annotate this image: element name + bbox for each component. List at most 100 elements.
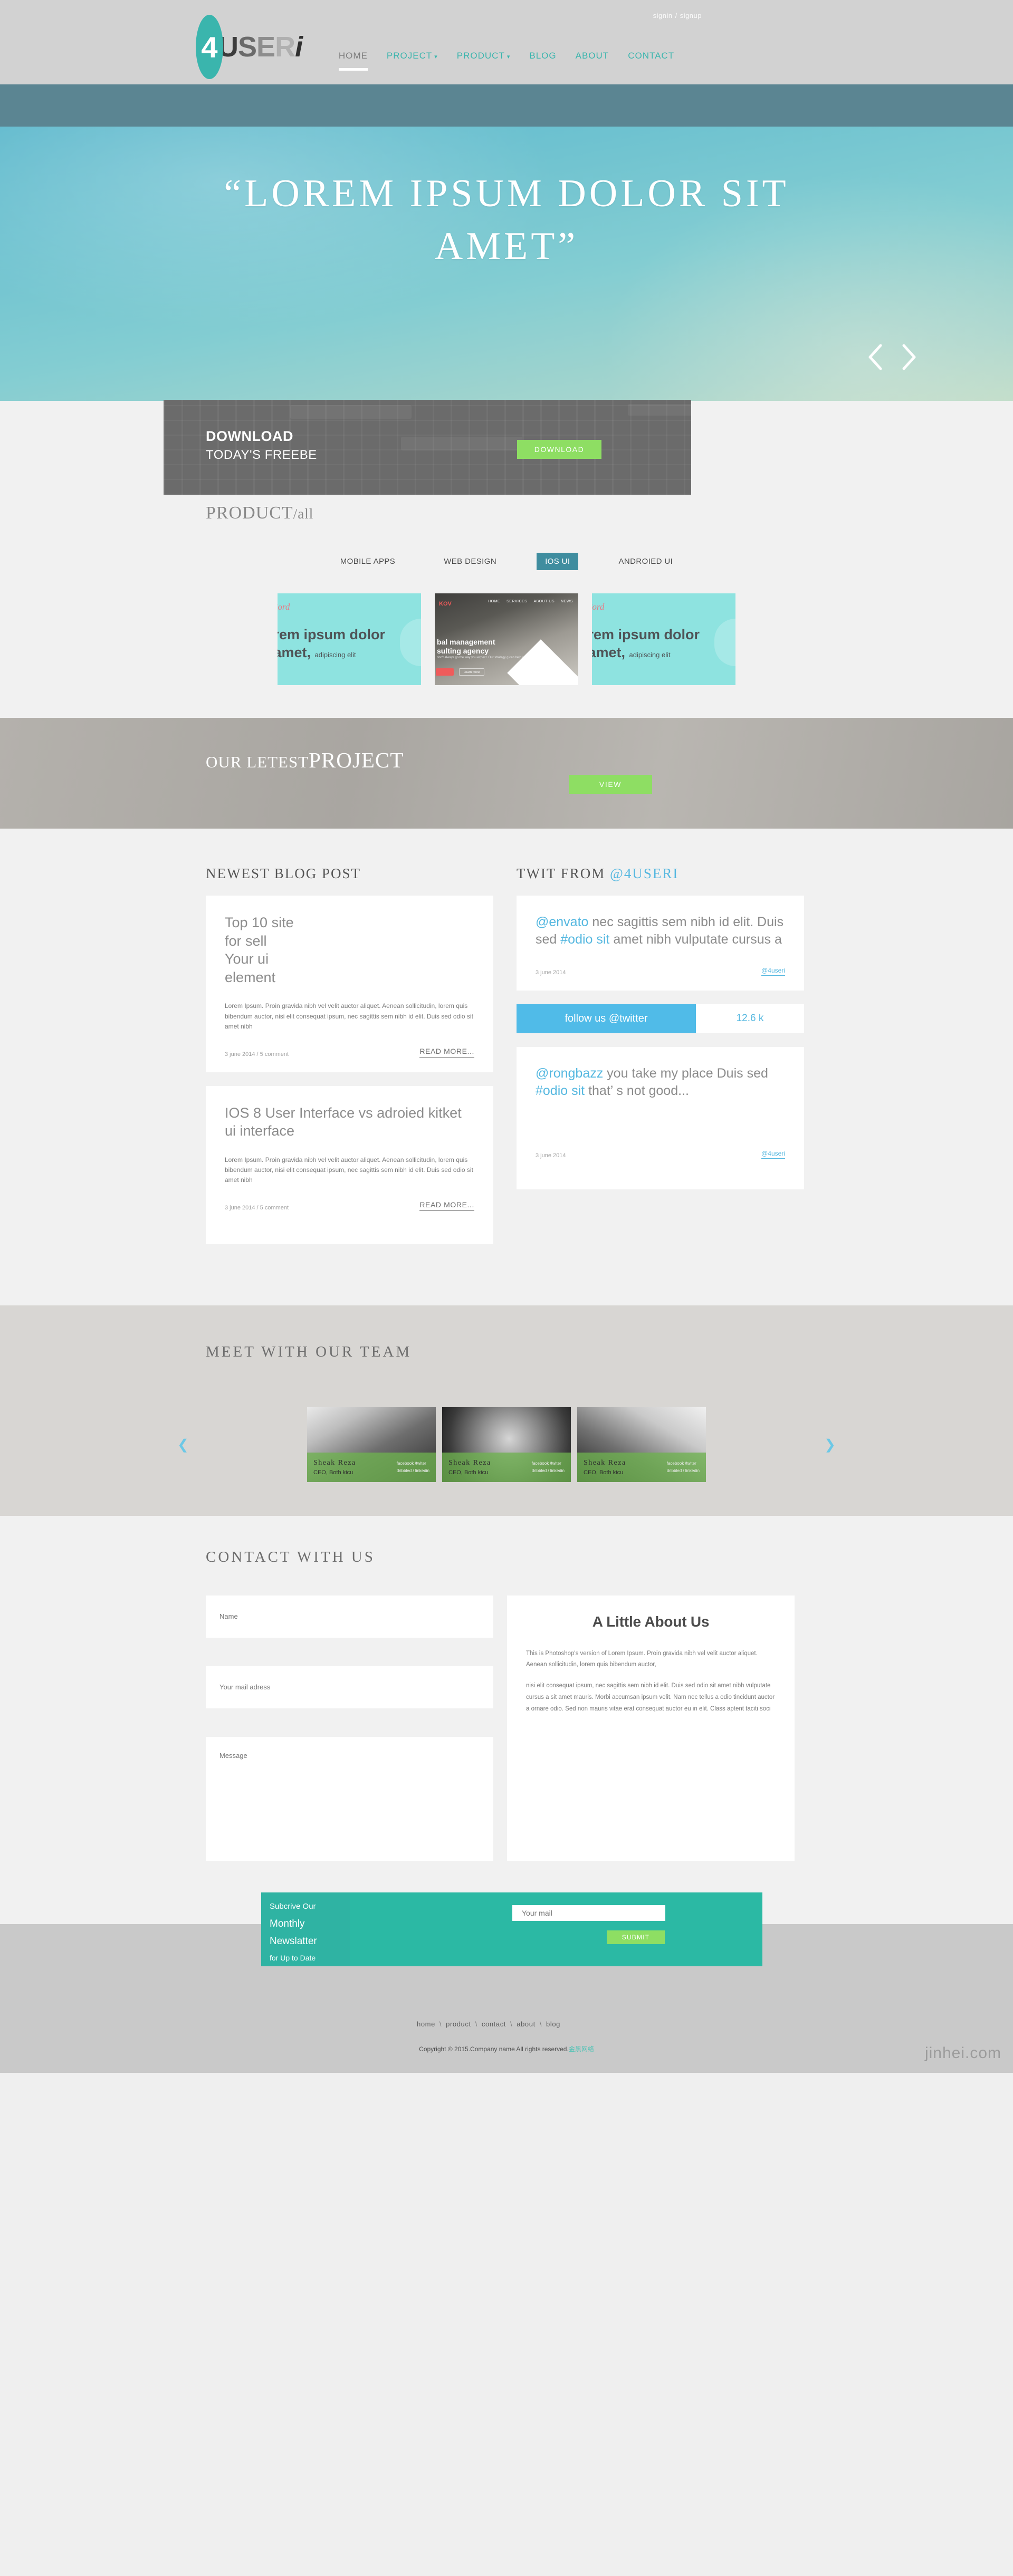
footer-separator: \	[539, 2020, 542, 2028]
blog-heading: NEWEST BLOG POST	[206, 866, 361, 881]
about-us-title: A Little About Us	[592, 1613, 710, 1630]
newsletter-line-1: Subcrive Our	[270, 1901, 316, 1911]
team-member-social-1[interactable]: facebook /twiter	[532, 1460, 565, 1467]
product-card-headline: orem ipsum dolor t amet, adipiscing elit	[592, 626, 700, 662]
signup-link[interactable]: signup	[680, 12, 702, 20]
chevron-right-icon[interactable]	[900, 343, 918, 371]
blog-post-meta: 3 june 2014 / 5 comment	[225, 1204, 289, 1211]
download-title: DOWNLOAD	[206, 428, 293, 444]
tweet-mention-link[interactable]: @envato	[536, 915, 588, 929]
team-member-card[interactable]: Sheak Reza CEO, Both kicu facebook /twit…	[307, 1407, 436, 1482]
team-member-social-2[interactable]: dribbled / linkedin	[397, 1467, 429, 1475]
email-input[interactable]	[206, 1666, 493, 1708]
newsletter-box: Subcrive Our Monthly Newslatter for Up t…	[261, 1892, 762, 1966]
nav-label-product: PRODUCT	[456, 51, 505, 61]
download-text-block: DOWNLOAD TODAY'S FREEBE	[206, 428, 317, 463]
latest-project-title: OUR LETESTPROJECT	[206, 747, 404, 773]
team-member-name: Sheak Reza	[584, 1458, 626, 1467]
hero-line-2: AMET”	[434, 224, 579, 268]
footer-link-product[interactable]: product	[446, 2020, 471, 2028]
tweet-handle-link[interactable]: @4useri	[761, 967, 785, 976]
nav-item-contact[interactable]: CONTACT	[628, 51, 674, 63]
footer-link-blog[interactable]: blog	[546, 2020, 560, 2028]
tab-androied-ui[interactable]: ANDROIED UI	[610, 553, 681, 570]
product-card-headline: orem ipsum dolor t amet, adipiscing elit	[278, 626, 385, 662]
hero-banner: “LOREM IPSUM DOLOR SIT AMET”	[0, 127, 1013, 401]
team-member-social-2[interactable]: dribbled / linkedin	[667, 1467, 700, 1475]
follow-twitter-button[interactable]: follow us @twitter	[517, 1004, 696, 1033]
team-member-name: Sheak Reza	[448, 1458, 491, 1467]
product-title: PRODUCT/all	[206, 503, 823, 523]
product-card-cta-primary[interactable]	[436, 668, 454, 676]
newsletter-email-input[interactable]	[512, 1905, 665, 1921]
nav-item-blog[interactable]: BLOG	[529, 51, 556, 63]
follower-count: 12.6 k	[696, 1004, 804, 1033]
tab-ios-ui[interactable]: IOS UI	[537, 553, 579, 570]
tweet-card[interactable]: @rongbazz you take my place Duis sed #od…	[517, 1047, 804, 1189]
landing-page: 4 USERi signin / signup HOME PROJECT ▾ PROD…	[0, 0, 1013, 2073]
message-textarea[interactable]	[206, 1736, 493, 1861]
nav-item-project[interactable]: PROJECT ▾	[387, 51, 438, 63]
view-project-button[interactable]: VIEW	[569, 775, 652, 794]
blog-post-body: Lorem Ipsum. Proin gravida nibh vel veli…	[225, 1156, 473, 1184]
tweet-card[interactable]: @envato nec sagittis sem nibh id elit. D…	[517, 896, 804, 991]
read-more-link[interactable]: READ MORE...	[419, 1047, 474, 1058]
logo[interactable]: 4 USERi	[193, 15, 303, 79]
download-button[interactable]: DOWNLOAD	[517, 440, 601, 459]
tweet-mention-link[interactable]: @rongbazz	[536, 1066, 603, 1081]
product-title-main: PRODUCT	[206, 503, 293, 523]
nav-item-home[interactable]: HOME	[338, 51, 368, 71]
signin-link[interactable]: signin	[653, 12, 673, 20]
blog-post-title: IOS 8 User Interface vs adroied kitket u…	[225, 1104, 462, 1139]
team-member-card[interactable]: Sheak Reza CEO, Both kicu facebook /twit…	[577, 1407, 706, 1482]
tweet-handle-link[interactable]: @4useri	[761, 1150, 785, 1159]
twitter-column: TWIT FROM @4USERI @envato nec sagittis s…	[517, 866, 804, 1258]
blog-post-card[interactable]: IOS 8 User Interface vs adroied kitket u…	[206, 1085, 493, 1244]
product-card[interactable]: Ford orem ipsum dolor t amet, adipiscing…	[278, 593, 421, 685]
product-card-nav-item: NEWS	[561, 600, 573, 603]
tweet-text-a: you take my place Duis sed	[603, 1066, 768, 1081]
nav-item-about[interactable]: ABOUT	[576, 51, 609, 63]
tweet-footer: 3 june 2014 @4useri	[536, 967, 785, 976]
team-member-info: Sheak Reza CEO, Both kicu	[584, 1459, 626, 1476]
product-card[interactable]: Ford orem ipsum dolor t amet, adipiscing…	[592, 593, 735, 685]
team-inner: MEET WITH OUR TEAM ❮ Sheak Reza CEO, Bot…	[177, 1343, 836, 1482]
chevron-left-icon[interactable]	[866, 343, 884, 371]
twitter-heading: TWIT FROM @4USERI	[517, 866, 804, 882]
site-footer: home \ product \ contact \ about \ blog Copyrigh…	[0, 1971, 1013, 2073]
newsletter-line-4: for Up to Date	[270, 1954, 316, 1963]
footer-link-home[interactable]: home	[417, 2020, 435, 2028]
newsletter-submit-button[interactable]: SUBMIT	[607, 1930, 665, 1944]
auth-separator: /	[675, 12, 677, 20]
product-card-cta-secondary[interactable]: Learn more	[459, 668, 484, 676]
tweet-date: 3 june 2014	[536, 1152, 566, 1159]
team-member-social-2[interactable]: dribbled / linkedin	[532, 1467, 565, 1475]
tweet-hashtag-link[interactable]: #odio sit	[536, 1083, 585, 1098]
footer-link-about[interactable]: about	[517, 2020, 536, 2028]
team-member-social-1[interactable]: facebook /twiter	[397, 1460, 429, 1467]
product-card-headline-1: orem ipsum dolor	[592, 627, 700, 642]
team-heading: MEET WITH OUR TEAM	[206, 1343, 412, 1360]
site-header: 4 USERi signin / signup HOME PROJECT ▾ PROD…	[0, 0, 1013, 84]
tab-web-design[interactable]: WEB DESIGN	[435, 553, 505, 570]
nav-item-product[interactable]: PRODUCT ▾	[457, 51, 511, 63]
team-member-social-1[interactable]: facebook /twiter	[667, 1460, 700, 1467]
chevron-right-icon[interactable]: ❯	[824, 1436, 836, 1453]
product-section: DOWNLOAD TODAY'S FREEBE DOWNLOAD PRODUCT…	[0, 400, 1013, 718]
nav-label-blog: BLOG	[529, 51, 557, 61]
team-section: MEET WITH OUR TEAM ❮ Sheak Reza CEO, Bot…	[0, 1305, 1013, 1516]
footer-separator: \	[439, 2020, 442, 2028]
footer-links: home \ product \ contact \ about \ blog	[417, 2020, 560, 2028]
tweet-hashtag-link[interactable]: #odio sit	[560, 932, 609, 947]
tab-mobile-apps[interactable]: MOBILE APPS	[332, 553, 404, 570]
team-member-card[interactable]: Sheak Reza CEO, Both kicu facebook /twit…	[442, 1407, 571, 1482]
name-input[interactable]	[206, 1595, 493, 1638]
read-more-link[interactable]: READ MORE...	[419, 1200, 474, 1211]
chevron-left-icon[interactable]: ❮	[177, 1436, 189, 1453]
copyright-cn-link[interactable]: 金黑网络	[569, 2045, 594, 2053]
product-card[interactable]: KOV HOME SERVICES ABOUT US NEWS bal mana…	[435, 593, 578, 685]
blog-post-body: Lorem Ipsum. Proin gravida nibh vel veli…	[225, 1002, 473, 1031]
about-us-paragraph-2: nisi elit consequat ipsum, nec sagittis …	[526, 1683, 775, 1712]
footer-link-contact[interactable]: contact	[482, 2020, 506, 2028]
blog-post-card[interactable]: Top 10 site for sell Your ui element Lor…	[206, 896, 493, 1072]
